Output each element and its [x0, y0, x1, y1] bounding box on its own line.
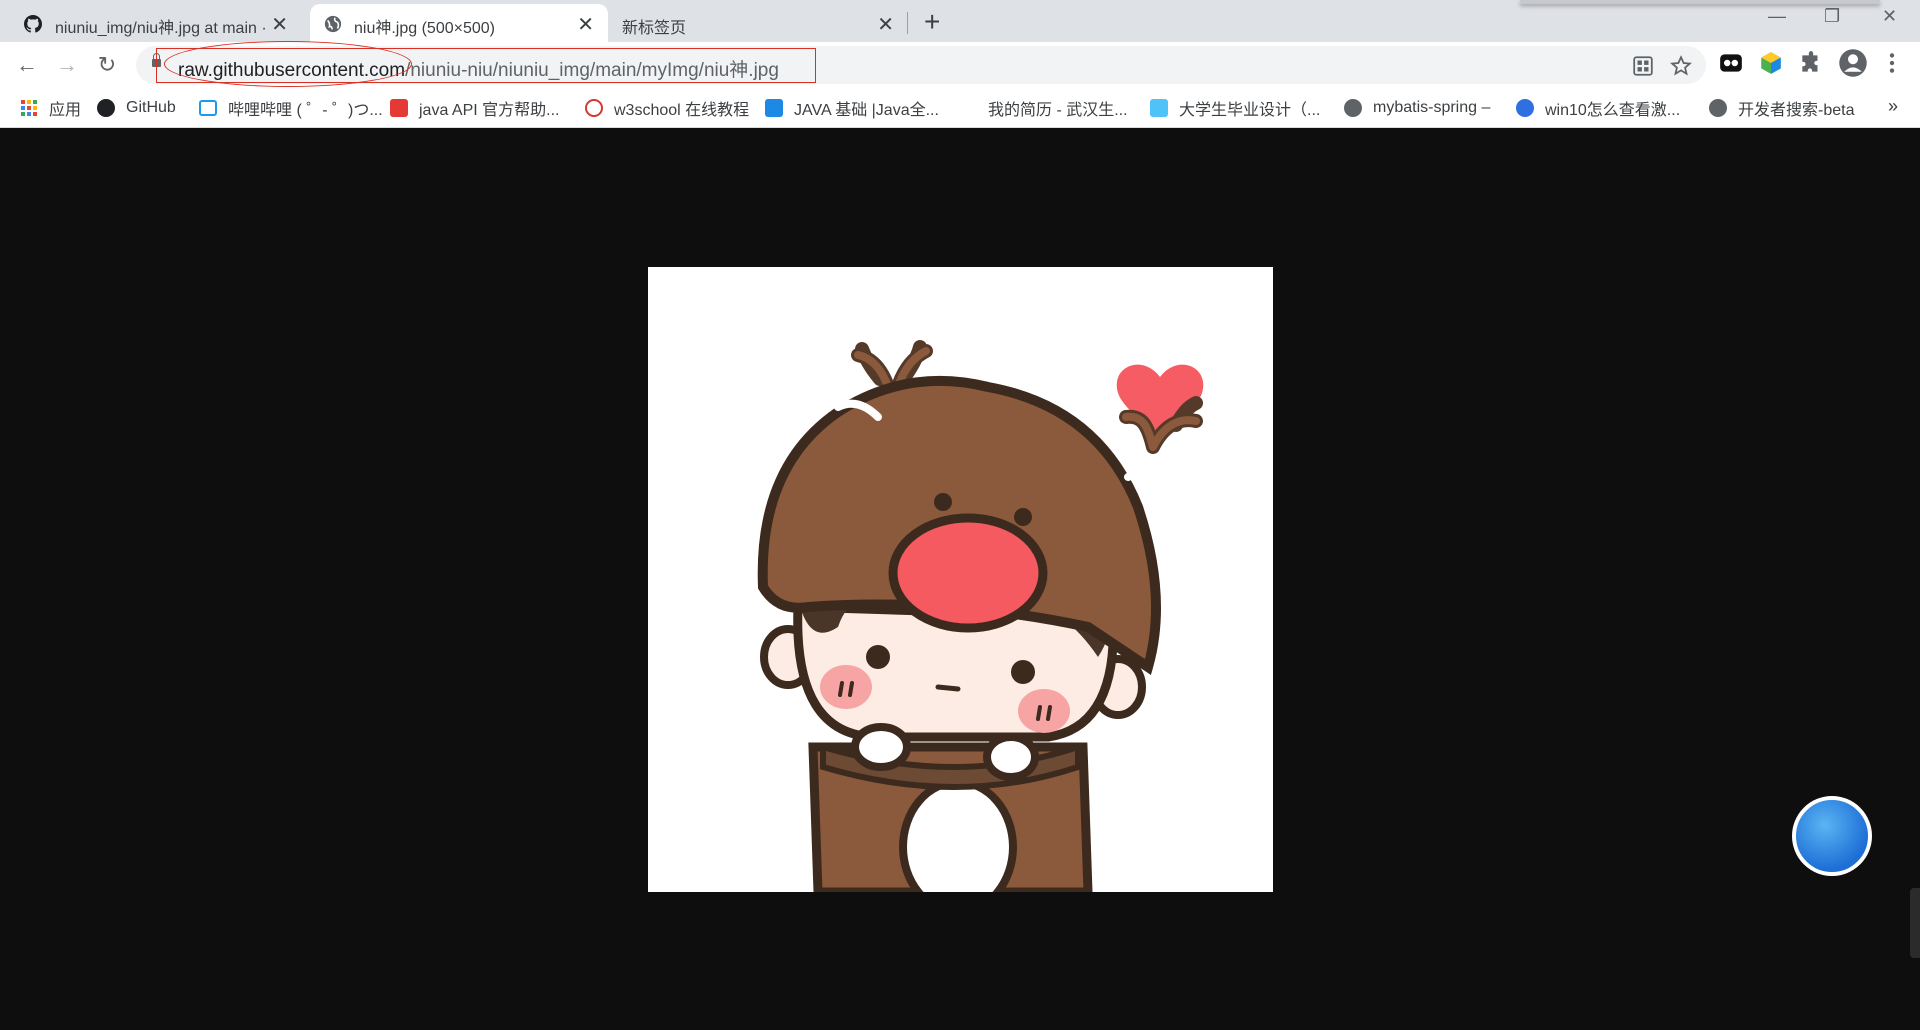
- bookmark-java-api[interactable]: java API 官方帮助...: [390, 96, 560, 120]
- tab-close-button[interactable]: ✕: [271, 12, 288, 37]
- tab-label: 新标签页: [622, 20, 687, 37]
- bookmark-graduation-design[interactable]: 大学生毕业设计（...: [1150, 96, 1320, 120]
- globe-icon: [1344, 99, 1362, 117]
- tab-label: niu神.jpg (500×500): [354, 20, 495, 37]
- tab-github[interactable]: niuniu_img/niu神.jpg at main · ✕: [0, 4, 302, 42]
- tab-close-button[interactable]: ✕: [577, 12, 594, 37]
- apps-grid-icon: [21, 100, 37, 116]
- reindeer-character-illustration: [757, 340, 1204, 892]
- bookmark-mybatis-spring[interactable]: mybatis-spring –: [1344, 96, 1490, 120]
- bookmark-label: 大学生毕业设计（...: [1179, 102, 1321, 119]
- bookmark-github[interactable]: GitHub: [97, 96, 176, 120]
- github-icon: [24, 15, 42, 33]
- profile-overlay-strip: [1520, 0, 1880, 4]
- bookmark-label: 我的简历 - 武汉生...: [988, 102, 1128, 119]
- reload-button[interactable]: ↻: [92, 50, 122, 80]
- tab-separator: [907, 12, 908, 34]
- bookmark-apps[interactable]: 应用: [20, 96, 81, 120]
- bookmark-label: JAVA 基础 |Java全...: [794, 102, 939, 119]
- baidu-paw-icon: [1516, 99, 1534, 117]
- floating-assistant-ball[interactable]: [1792, 796, 1872, 876]
- tab-new-tab[interactable]: 新标签页 ✕: [608, 4, 908, 42]
- bookmark-label: 应用: [49, 102, 82, 119]
- bookmark-label: mybatis-spring –: [1373, 99, 1491, 116]
- j-icon: [765, 99, 783, 117]
- new-tab-button[interactable]: +: [924, 6, 940, 38]
- tab-label: niuniu_img/niu神.jpg at main ·: [55, 20, 267, 37]
- bookmark-label: 哔哩哔哩 ( ゜- ゜)つ...: [228, 102, 383, 119]
- bookmarks-bar: 应用 GitHub 哔哩哔哩 ( ゜- ゜)つ... java API 官方帮助…: [0, 88, 1920, 128]
- bookmark-label: win10怎么查看激...: [1545, 102, 1681, 119]
- restore-button[interactable]: ❐: [1824, 6, 1840, 27]
- extension-glasses-icon[interactable]: [1718, 50, 1744, 76]
- w3school-icon: [585, 99, 603, 117]
- bookmark-dev-search[interactable]: 开发者搜索-beta: [1709, 96, 1854, 120]
- bookmark-star-icon[interactable]: [1670, 55, 1692, 77]
- extensions-puzzle-icon[interactable]: [1798, 50, 1824, 76]
- bookmark-java-basics[interactable]: JAVA 基础 |Java全...: [765, 96, 939, 120]
- image-viewer: [0, 128, 1920, 1030]
- side-panel-handle[interactable]: [1910, 888, 1920, 958]
- profile-avatar-icon[interactable]: [1838, 48, 1868, 78]
- globe-icon: [1709, 99, 1727, 117]
- tab-image-active[interactable]: niu神.jpg (500×500) ✕: [310, 4, 608, 42]
- oracle-icon: [390, 99, 408, 117]
- bookmarks-overflow-button[interactable]: »: [1888, 96, 1898, 117]
- qr-code-icon[interactable]: [1632, 55, 1654, 77]
- bookmark-win10[interactable]: win10怎么查看激...: [1516, 96, 1680, 120]
- back-button[interactable]: ←: [12, 50, 42, 80]
- bookmark-label: 开发者搜索-beta: [1738, 102, 1855, 119]
- displayed-image[interactable]: [648, 267, 1273, 892]
- menu-kebab-icon[interactable]: [1882, 50, 1902, 76]
- forward-button[interactable]: →: [52, 50, 82, 80]
- bookmark-w3school[interactable]: w3school 在线教程: [585, 96, 749, 120]
- bookmark-label: java API 官方帮助...: [419, 102, 560, 119]
- minimize-button[interactable]: —: [1768, 6, 1786, 27]
- host-annotation-ellipse: [164, 41, 412, 87]
- bilibili-icon: [199, 100, 217, 116]
- bookmark-label: w3school 在线教程: [614, 102, 750, 119]
- tab-strip: niuniu_img/niu神.jpg at main · ✕ niu神.jpg…: [0, 0, 1920, 42]
- bookmark-bilibili[interactable]: 哔哩哔哩 ( ゜- ゜)つ...: [199, 96, 383, 120]
- mail-icon: [1150, 99, 1168, 117]
- tab-close-button[interactable]: ✕: [877, 12, 894, 37]
- extension-cube-icon[interactable]: [1758, 50, 1784, 76]
- bookmark-label: GitHub: [126, 99, 176, 116]
- github-icon: [97, 99, 115, 117]
- bookmark-resume[interactable]: 我的简历 - 武汉生...: [988, 96, 1128, 120]
- close-window-button[interactable]: ✕: [1882, 6, 1897, 27]
- globe-icon: [324, 15, 342, 33]
